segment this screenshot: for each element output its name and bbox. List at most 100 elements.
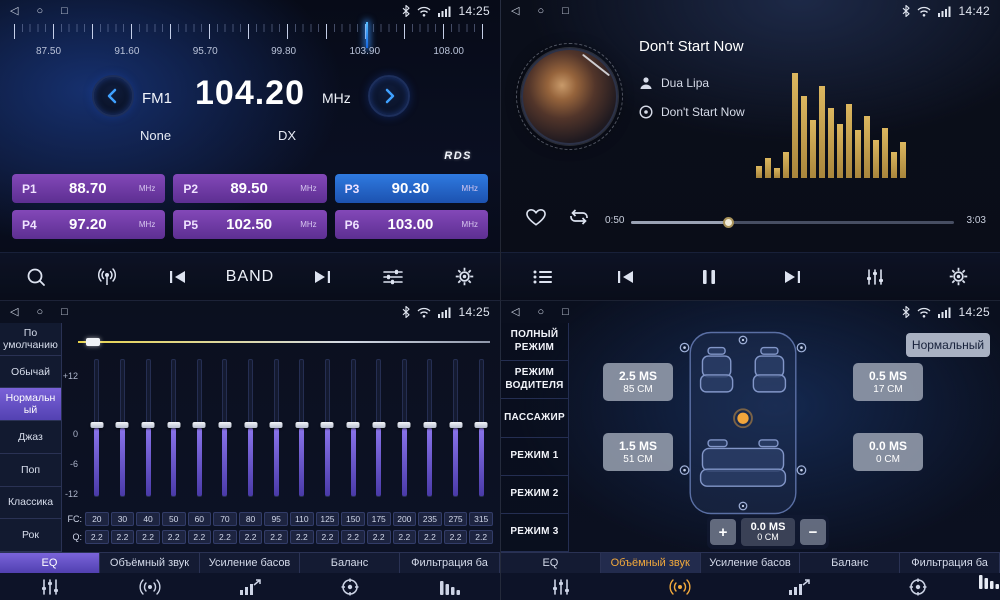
eq-band-knob[interactable] (372, 422, 385, 428)
eq-band-knob[interactable] (270, 422, 283, 428)
eq-band-knob[interactable] (142, 422, 155, 428)
nav-back-icon[interactable]: ◁ (511, 6, 519, 17)
tab-balance[interactable]: Баланс (800, 553, 900, 573)
nav-recents-icon[interactable]: □ (562, 307, 569, 318)
nav-home-icon[interactable]: ○ (36, 6, 43, 17)
prev-station-button[interactable] (155, 257, 201, 297)
listening-mode-item[interactable]: ПОЛНЫЙ РЕЖИМ (501, 323, 568, 361)
balance-icon[interactable] (300, 573, 400, 600)
surround-sound-icon[interactable] (100, 573, 200, 600)
listening-mode-item[interactable]: ПАССАЖИР (501, 399, 568, 437)
nav-home-icon[interactable]: ○ (36, 307, 43, 318)
tab-filter[interactable]: Фильтрация ба (900, 553, 1000, 573)
eq-band-slider[interactable] (417, 359, 443, 497)
listening-mode-item[interactable]: РЕЖИМ 1 (501, 438, 568, 476)
eq-band-slider[interactable] (161, 359, 187, 497)
eq-band-knob[interactable] (167, 422, 180, 428)
master-knob[interactable] (86, 338, 100, 346)
next-track-button[interactable] (769, 257, 815, 297)
eq-band-knob[interactable] (475, 422, 488, 428)
eq-band-slider[interactable] (238, 359, 264, 497)
surround-sound-icon[interactable] (620, 573, 739, 600)
eq-band-slider[interactable] (110, 359, 136, 497)
eq-sliders-icon[interactable] (501, 573, 620, 600)
tab-bass-boost[interactable]: Усиление басов (701, 553, 801, 573)
favorite-button[interactable] (525, 208, 547, 230)
listening-mode-item[interactable]: РЕЖИМ 3 (501, 514, 568, 552)
eq-band-knob[interactable] (244, 422, 257, 428)
pause-button[interactable] (686, 257, 732, 297)
listening-mode-item[interactable]: РЕЖИМ 2 (501, 476, 568, 514)
next-station-button[interactable] (299, 257, 345, 297)
bass-boost-icon[interactable] (740, 573, 859, 600)
tab-eq[interactable]: EQ (501, 553, 601, 573)
nav-recents-icon[interactable]: □ (61, 6, 68, 17)
preset-button[interactable]: P4 97.20 MHz (12, 210, 165, 239)
nav-recents-icon[interactable]: □ (61, 307, 68, 318)
eq-preset-item[interactable]: Обычай (0, 356, 61, 389)
band-button[interactable]: BAND (226, 257, 274, 297)
preset-button[interactable]: P2 89.50 MHz (173, 174, 326, 203)
eq-band-knob[interactable] (347, 422, 360, 428)
balance-icon[interactable] (859, 573, 978, 600)
preset-button[interactable]: P3 90.30 MHz (335, 174, 488, 203)
master-level-slider[interactable] (78, 337, 490, 347)
eq-band-slider[interactable] (187, 359, 213, 497)
eq-band-slider[interactable] (392, 359, 418, 497)
nav-back-icon[interactable]: ◁ (10, 6, 18, 17)
eq-band-slider[interactable] (366, 359, 392, 497)
audio-settings-button[interactable] (370, 257, 416, 297)
playlist-button[interactable] (520, 257, 566, 297)
delay-decrease-button[interactable]: − (800, 519, 826, 545)
broadcast-button[interactable] (84, 257, 130, 297)
eq-band-slider[interactable] (340, 359, 366, 497)
tab-bass-boost[interactable]: Усиление басов (200, 553, 300, 573)
front-right-delay-button[interactable]: 0.5 MS 17 CM (853, 363, 923, 401)
eq-band-knob[interactable] (321, 422, 334, 428)
tab-filter[interactable]: Фильтрация ба (400, 553, 500, 573)
settings-button[interactable] (441, 257, 487, 297)
prev-track-button[interactable] (603, 257, 649, 297)
eq-band-slider[interactable] (315, 359, 341, 497)
eq-band-knob[interactable] (449, 422, 462, 428)
eq-preset-item[interactable]: Классика (0, 487, 61, 520)
preset-button[interactable]: P6 103.00 MHz (335, 210, 488, 239)
rear-right-delay-button[interactable]: 0.0 MS 0 CM (853, 433, 923, 471)
eq-sliders-icon[interactable] (0, 573, 100, 600)
tab-balance[interactable]: Баланс (300, 553, 400, 573)
progress-knob[interactable] (723, 217, 734, 228)
frequency-scale[interactable]: 87.5091.6095.7099.80103.90108.00 (0, 24, 500, 66)
eq-band-knob[interactable] (295, 422, 308, 428)
mixer-button[interactable] (852, 257, 898, 297)
eq-preset-item[interactable]: Рок (0, 519, 61, 552)
eq-band-slider[interactable] (135, 359, 161, 497)
repeat-button[interactable] (567, 208, 591, 229)
eq-band-slider[interactable] (289, 359, 315, 497)
delay-increase-button[interactable]: + (710, 519, 736, 545)
eq-band-knob[interactable] (90, 422, 103, 428)
eq-preset-item[interactable]: Джаз (0, 421, 61, 454)
eq-band-slider[interactable] (212, 359, 238, 497)
tab-surround[interactable]: Объёмный звук (100, 553, 200, 573)
rear-left-delay-button[interactable]: 1.5 MS 51 CM (603, 433, 673, 471)
profile-button[interactable]: Нормальный (906, 333, 990, 357)
eq-band-knob[interactable] (218, 422, 231, 428)
listening-mode-item[interactable]: РЕЖИМ ВОДИТЕЛЯ (501, 361, 568, 399)
eq-band-knob[interactable] (116, 422, 129, 428)
front-left-delay-button[interactable]: 2.5 MS 85 CM (603, 363, 673, 401)
eq-band-slider[interactable] (468, 359, 494, 497)
scan-button[interactable] (13, 257, 59, 297)
tab-surround[interactable]: Объёмный звук (601, 553, 701, 573)
eq-band-slider[interactable] (263, 359, 289, 497)
progress-bar[interactable] (631, 221, 954, 224)
nav-home-icon[interactable]: ○ (537, 307, 544, 318)
nav-back-icon[interactable]: ◁ (10, 307, 18, 318)
eq-preset-item[interactable]: По умолчанию (0, 323, 61, 356)
nav-back-icon[interactable]: ◁ (511, 307, 519, 318)
eq-preset-item[interactable]: Поп (0, 454, 61, 487)
eq-band-slider[interactable] (84, 359, 110, 497)
preset-button[interactable]: P1 88.70 MHz (12, 174, 165, 203)
eq-band-slider[interactable] (443, 359, 469, 497)
settings-button[interactable] (935, 257, 981, 297)
nav-home-icon[interactable]: ○ (537, 6, 544, 17)
